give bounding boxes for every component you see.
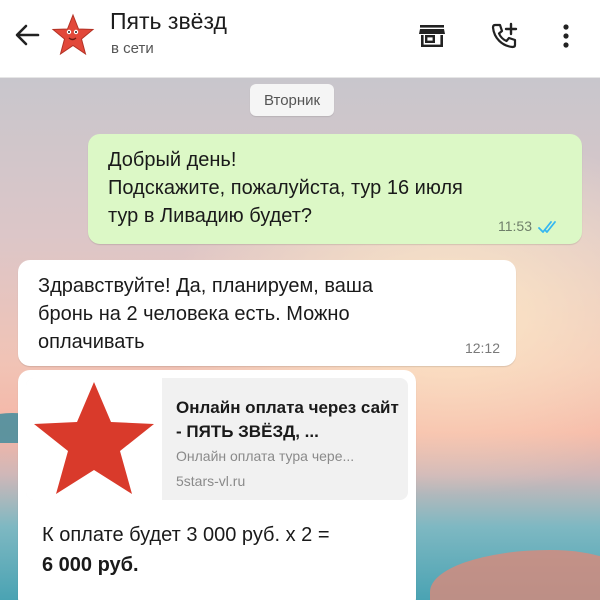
outgoing-message-time: 11:53 [498, 218, 532, 234]
link-message[interactable]: Онлайн оплата через сайт - ПЯТЬ ЗВЁЗД, .… [18, 370, 416, 600]
link-preview[interactable]: Онлайн оплата через сайт - ПЯТЬ ЗВЁЗД, .… [26, 378, 408, 500]
incoming-message-time: 12:12 [464, 340, 500, 356]
chat-area[interactable]: Вторник Добрый день! Подскажите, пожалуй… [0, 78, 600, 600]
payment-line: К оплате будет 3 000 руб. х 2 = [42, 524, 330, 546]
outgoing-message-text: Добрый день! Подскажите, пожалуйста, тур… [108, 149, 463, 227]
back-arrow-icon[interactable] [8, 15, 48, 55]
starfish-avatar[interactable] [50, 12, 96, 58]
read-ticks-icon [538, 220, 562, 234]
shop-icon[interactable] [412, 16, 452, 56]
chat-header: Пять звёзд в сети [0, 0, 600, 78]
incoming-message[interactable]: Здравствуйте! Да, планируем, ваша бронь … [18, 260, 516, 366]
date-separator: Вторник [250, 84, 335, 116]
contact-status: в сети [111, 40, 154, 57]
link-preview-description: Онлайн оплата тура чере... [176, 448, 355, 464]
add-call-icon[interactable] [484, 16, 524, 56]
outgoing-message[interactable]: Добрый день! Подскажите, пожалуйста, тур… [88, 134, 582, 244]
link-preview-domain: 5stars-vl.ru [176, 473, 246, 489]
red-star-icon [26, 378, 162, 500]
wallpaper-rock [430, 550, 600, 600]
link-preview-title: Онлайн оплата через сайт - ПЯТЬ ЗВЁЗД, .… [176, 398, 399, 441]
incoming-message-text: Здравствуйте! Да, планируем, ваша бронь … [38, 275, 374, 353]
more-icon[interactable] [546, 16, 586, 56]
payment-text: К оплате будет 3 000 руб. х 2 = 6 000 ру… [42, 520, 330, 580]
payment-total: 6 000 руб. [42, 554, 139, 576]
contact-name[interactable]: Пять звёзд [110, 8, 227, 35]
